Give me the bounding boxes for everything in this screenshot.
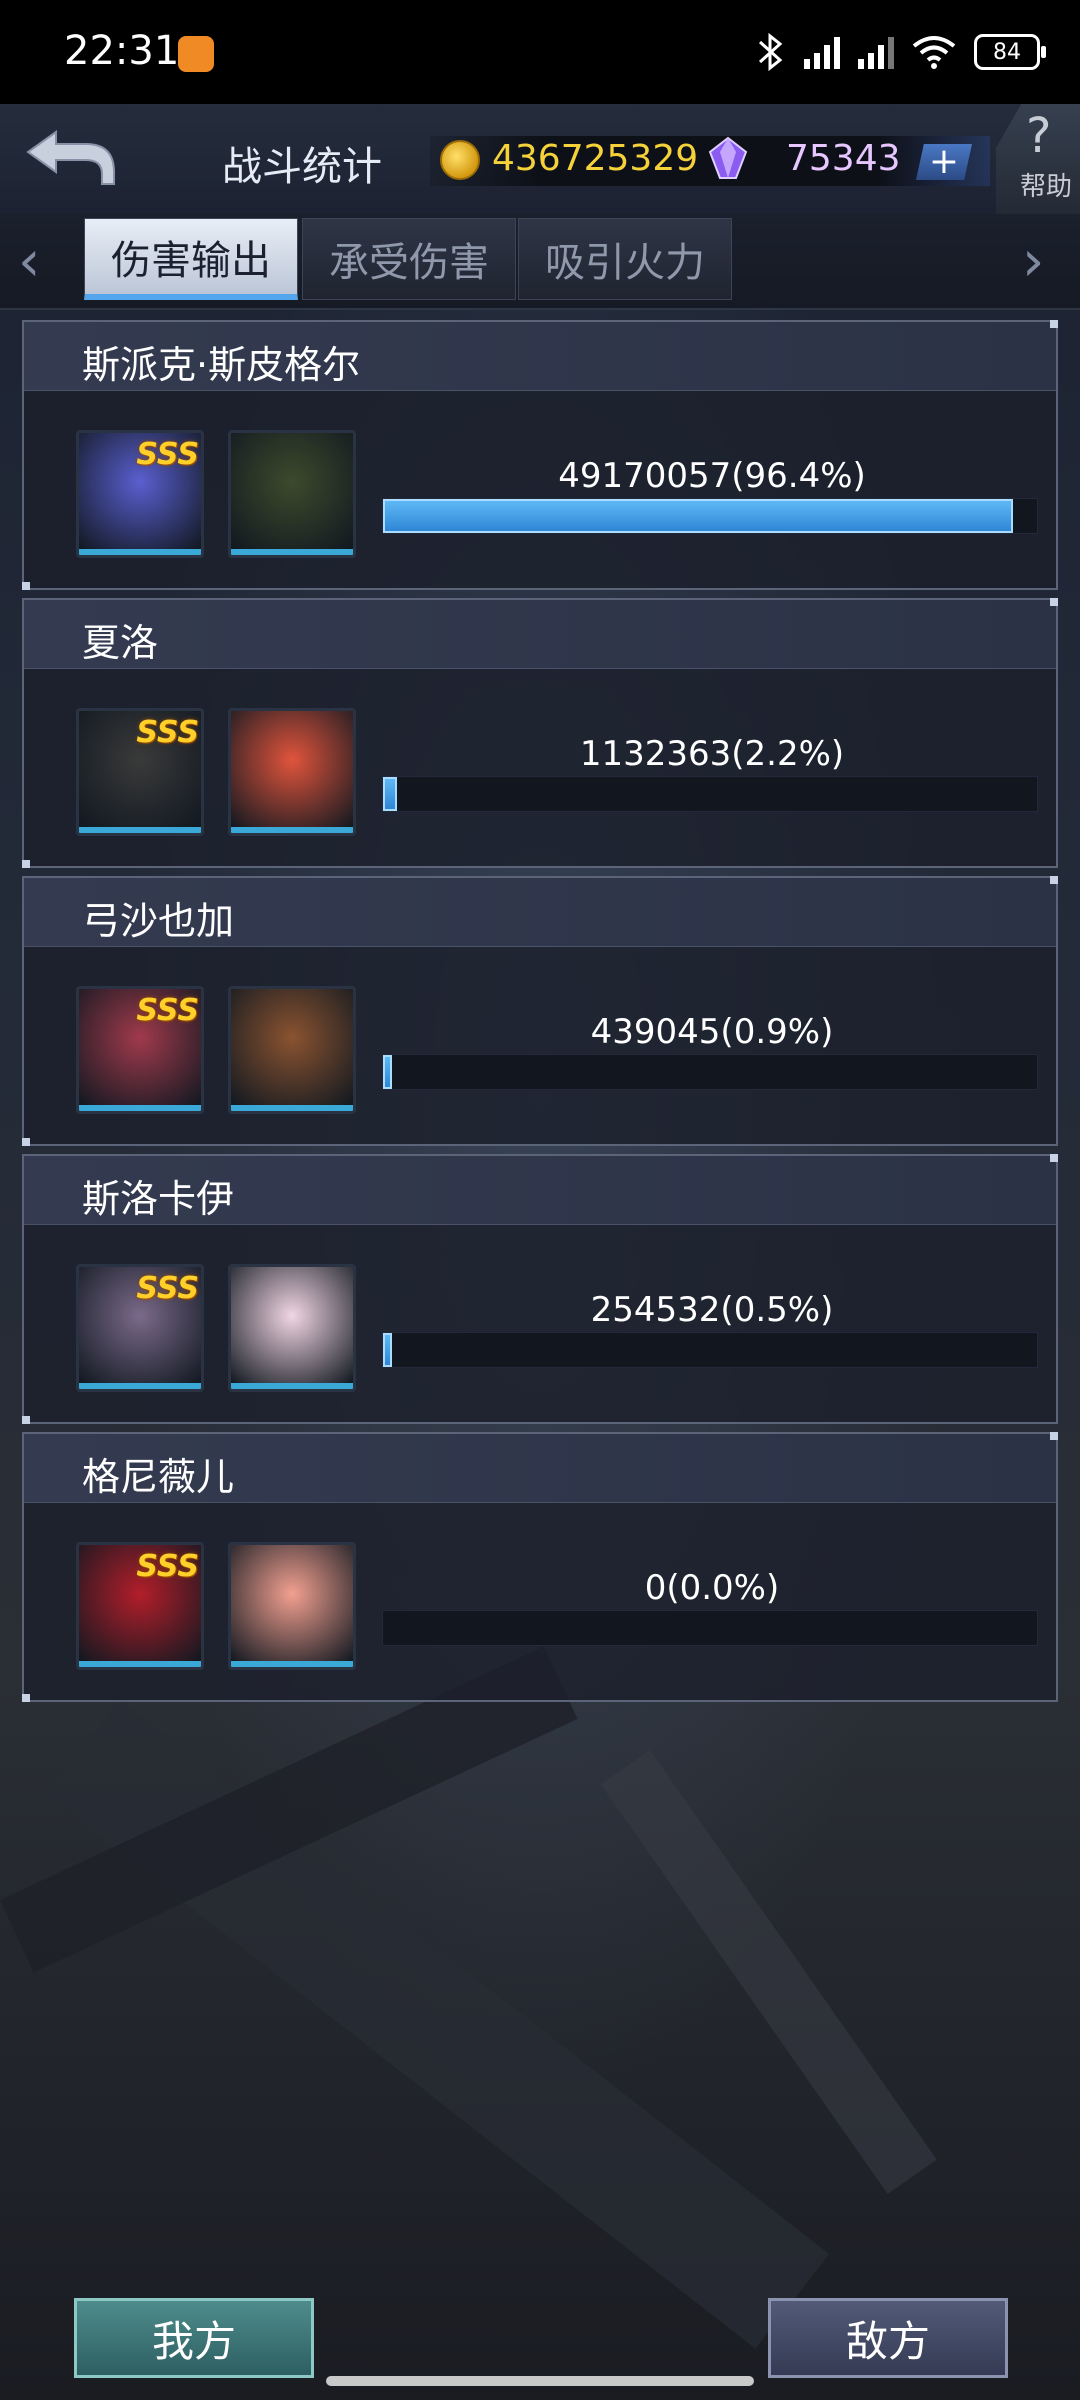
gem-icon — [708, 136, 748, 179]
pilot-name: 格尼薇儿 — [82, 1455, 235, 1499]
status-time: 22:31 — [64, 28, 180, 74]
pilot-portrait[interactable] — [228, 986, 356, 1114]
enemy-side-button[interactable]: 敌方 — [768, 2298, 1008, 2378]
damage-row: 弓沙也加 SSS 439045(0.9%) — [22, 876, 1058, 1146]
corner-mark — [22, 1138, 30, 1146]
row-header: 斯派克·斯皮格尔 — [24, 322, 1056, 391]
rank-badge: SSS — [136, 993, 199, 1028]
notification-app-icon — [178, 36, 214, 72]
damage-bar-fill — [383, 1055, 393, 1089]
mech-portrait[interactable]: SSS — [76, 1264, 204, 1392]
damage-value: 0(0.0%) — [644, 1568, 780, 1608]
row-header: 夏洛 — [24, 600, 1056, 669]
rank-badge: SSS — [136, 1549, 199, 1584]
pilot-name: 夏洛 — [82, 621, 159, 665]
signal-icon — [858, 35, 894, 69]
tab-left-arrow-icon[interactable]: ‹ — [18, 234, 40, 290]
pilot-name: 斯派克·斯皮格尔 — [82, 343, 361, 387]
damage-row: 夏洛 SSS 1132363(2.2%) — [22, 598, 1058, 868]
back-arrow-icon — [26, 130, 115, 185]
our-side-button[interactable]: 我方 — [74, 2298, 314, 2378]
damage-row: 斯洛卡伊 SSS 254532(0.5%) — [22, 1154, 1058, 1424]
header-bar: 战斗统计 436725329 75343 + — [0, 104, 1080, 216]
corner-mark — [1050, 876, 1058, 884]
mech-portrait[interactable]: SSS — [76, 430, 204, 558]
corner-mark — [22, 860, 30, 868]
damage-bar — [382, 1332, 1038, 1368]
signal-icon — [804, 35, 840, 69]
row-header: 弓沙也加 — [24, 878, 1056, 947]
rank-badge: SSS — [136, 437, 199, 472]
background-beam — [46, 1700, 830, 2349]
add-gems-button[interactable]: + — [916, 144, 972, 180]
corner-mark — [22, 1694, 30, 1702]
pilot-portrait[interactable] — [228, 1542, 356, 1670]
corner-mark — [1050, 598, 1058, 606]
damage-value: 49170057(96.4%) — [558, 456, 866, 496]
corner-mark — [1050, 1154, 1058, 1162]
damage-bar — [382, 1054, 1038, 1090]
wifi-icon — [912, 36, 956, 69]
coin-icon — [440, 140, 480, 180]
help-label: 帮助 — [1020, 172, 1073, 202]
row-header: 斯洛卡伊 — [24, 1156, 1056, 1225]
pilot-portrait[interactable] — [228, 708, 356, 836]
corner-mark — [22, 1416, 30, 1424]
rank-badge: SSS — [136, 715, 199, 750]
rank-badge: SSS — [136, 1271, 199, 1306]
damage-bar-fill — [383, 1333, 393, 1367]
status-bar: 22:31 84 — [0, 0, 1080, 104]
damage-value: 1132363(2.2%) — [579, 734, 845, 774]
damage-value: 439045(0.9%) — [590, 1012, 834, 1052]
back-button[interactable] — [10, 116, 130, 202]
mech-portrait[interactable]: SSS — [76, 986, 204, 1114]
pilot-portrait[interactable] — [228, 430, 356, 558]
damage-value: 254532(0.5%) — [590, 1290, 834, 1330]
damage-bar — [382, 498, 1038, 534]
mech-portrait[interactable]: SSS — [76, 1542, 204, 1670]
gem-value: 75343 — [786, 138, 901, 179]
damage-bar — [382, 1610, 1038, 1646]
corner-mark — [1050, 320, 1058, 328]
damage-bar-fill — [383, 777, 398, 811]
status-icons: 84 — [756, 30, 1046, 74]
damage-bar-fill — [383, 499, 1014, 533]
corner-mark — [22, 582, 30, 590]
battery-icon: 84 — [974, 34, 1046, 70]
tab-damage-taken[interactable]: 承受伤害 — [302, 218, 516, 300]
tab-row: ‹ 伤害输出 承受伤害 吸引火力 › — [0, 214, 1080, 310]
page-title: 战斗统计 — [222, 144, 382, 190]
mech-portrait[interactable]: SSS — [76, 708, 204, 836]
tab-right-arrow-icon[interactable]: › — [1022, 234, 1044, 290]
damage-bar — [382, 776, 1038, 812]
pilot-name: 斯洛卡伊 — [82, 1177, 235, 1221]
bluetooth-icon — [758, 32, 783, 72]
coin-value: 436725329 — [492, 138, 699, 179]
tab-damage-output[interactable]: 伤害输出 — [84, 218, 298, 300]
tab-draw-fire[interactable]: 吸引火力 — [518, 218, 732, 300]
pilot-name: 弓沙也加 — [82, 899, 235, 943]
damage-row: 格尼薇儿 SSS 0(0.0%) — [22, 1432, 1058, 1702]
row-header: 格尼薇儿 — [24, 1434, 1056, 1503]
help-icon: ? — [1026, 108, 1052, 164]
corner-mark — [1050, 1432, 1058, 1440]
pilot-portrait[interactable] — [228, 1264, 356, 1392]
home-indicator[interactable] — [326, 2376, 754, 2386]
damage-row: 斯派克·斯皮格尔 SSS 49170057(96.4%) — [22, 320, 1058, 590]
